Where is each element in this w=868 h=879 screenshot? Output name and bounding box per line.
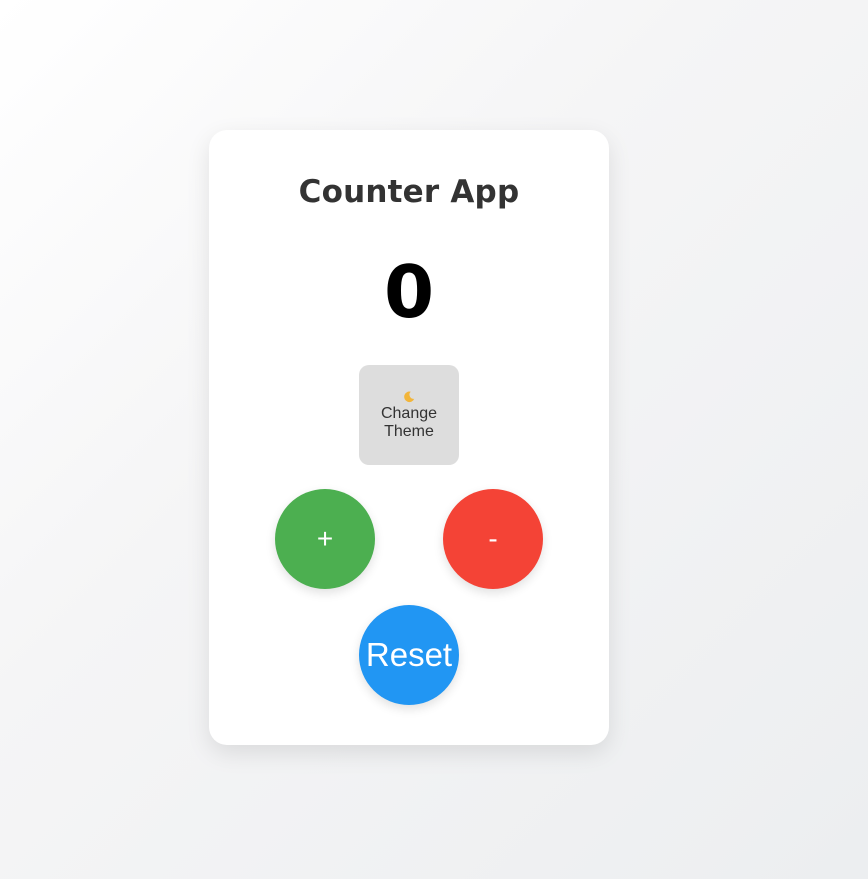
moon-icon: [404, 391, 415, 402]
reset-button[interactable]: Reset: [359, 605, 459, 705]
counter-card: Counter App 0 Change Theme + - Reset: [209, 130, 609, 745]
change-theme-label: Change Theme: [380, 404, 438, 440]
decrement-button[interactable]: -: [443, 489, 543, 589]
counter-value: 0: [383, 250, 435, 334]
app-title: Counter App: [298, 174, 520, 210]
increment-button[interactable]: +: [275, 489, 375, 589]
change-theme-button[interactable]: Change Theme: [359, 365, 459, 465]
